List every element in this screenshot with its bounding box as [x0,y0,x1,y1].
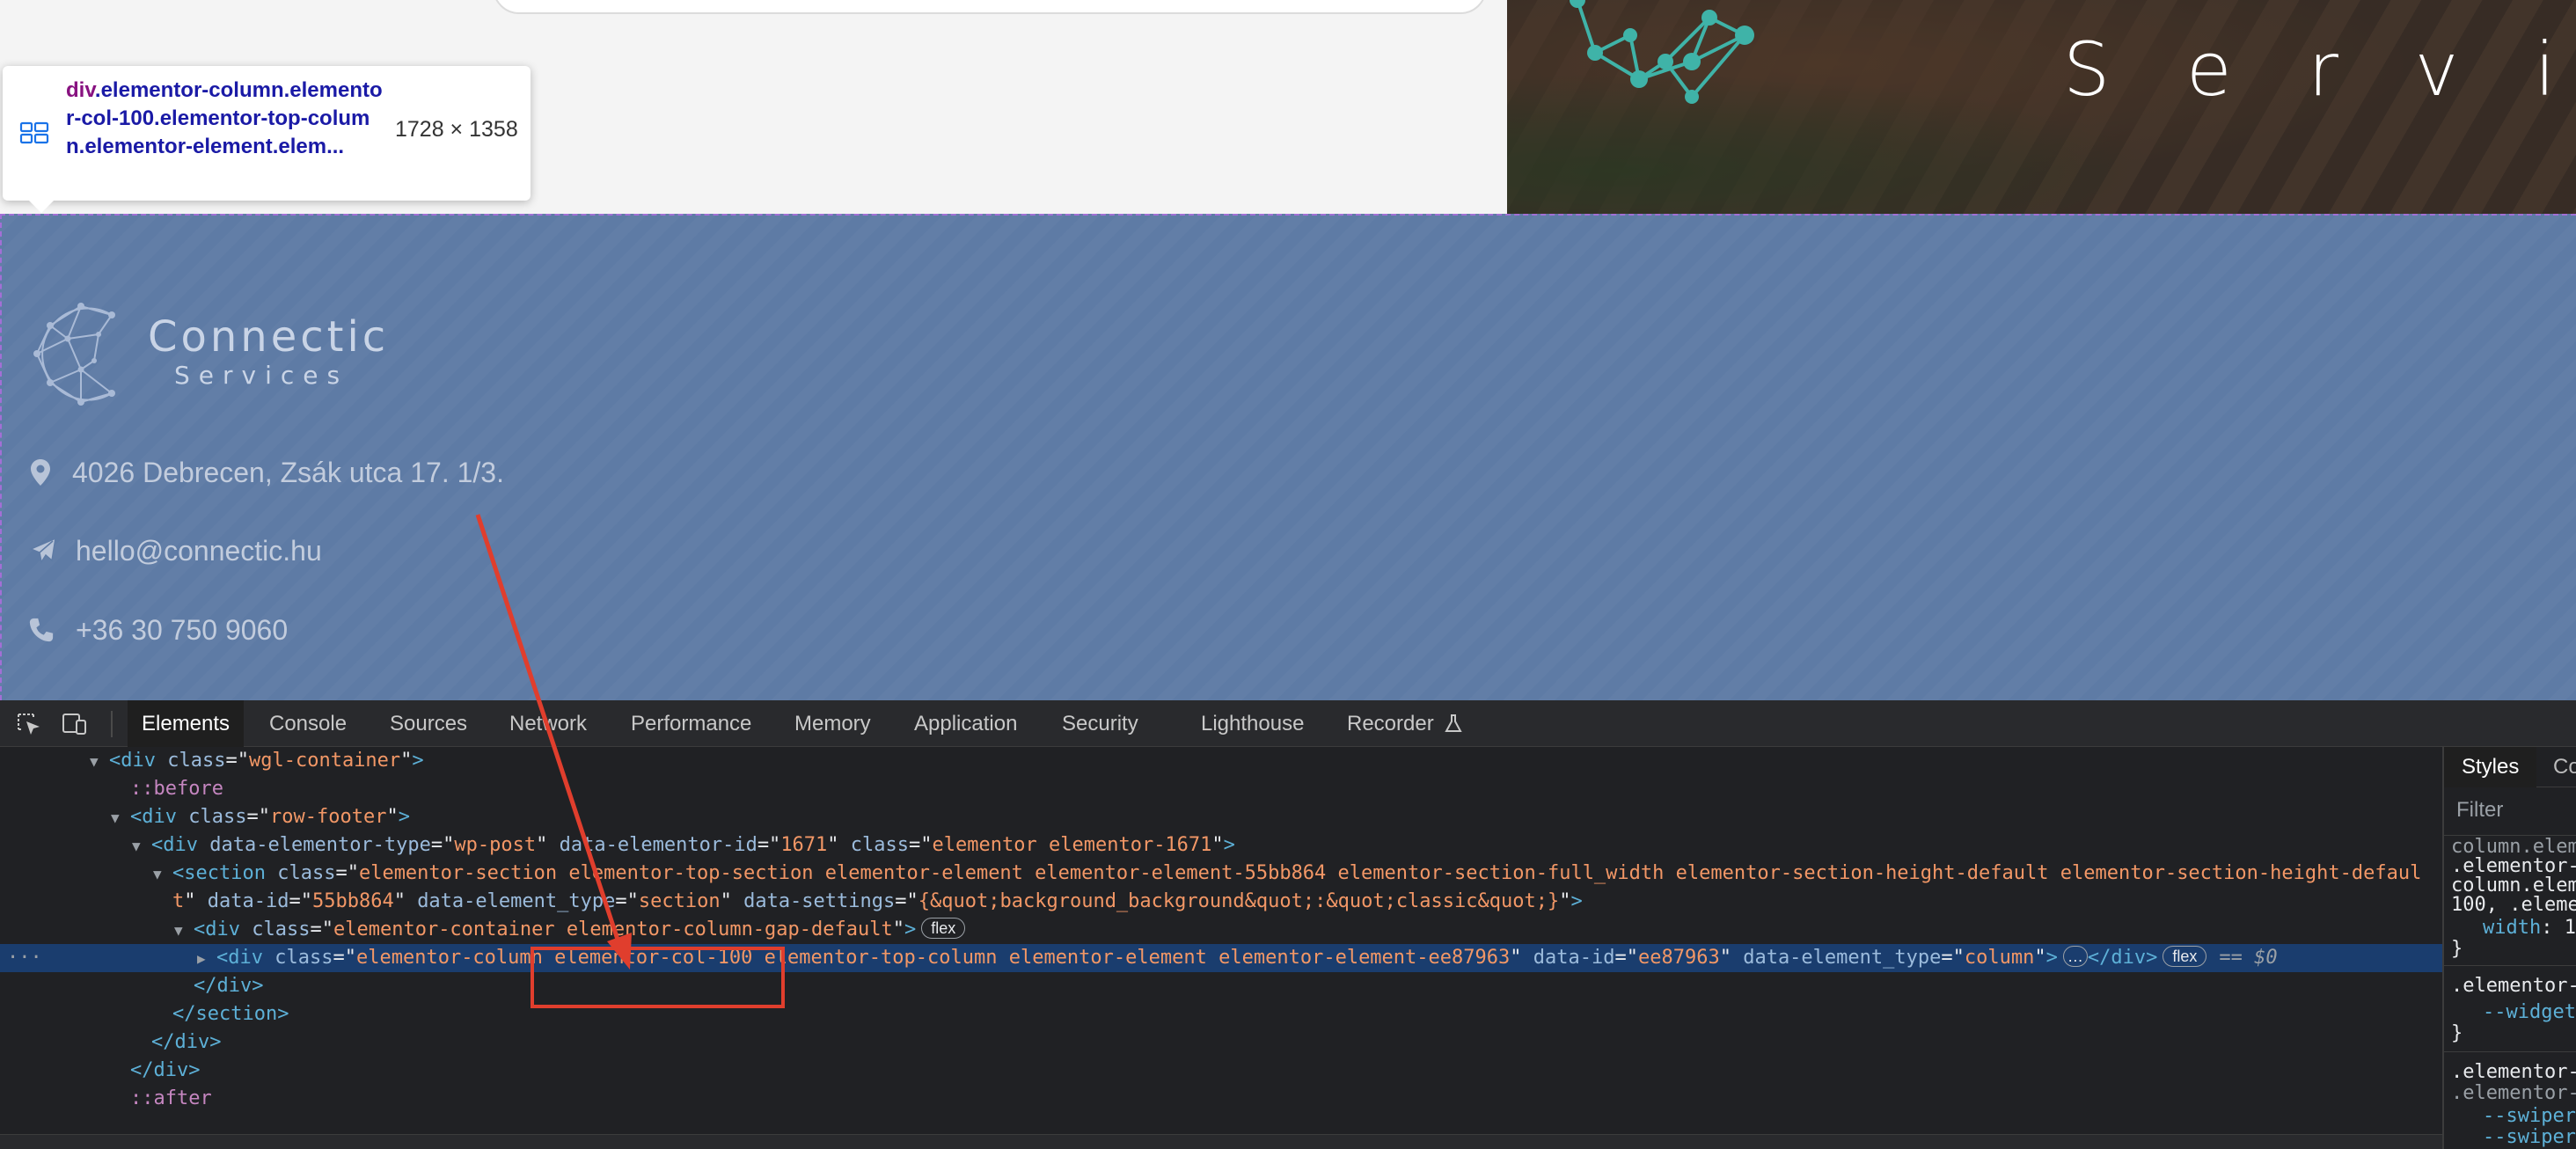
style-declaration[interactable]: --widget [2451,1000,2576,1025]
tab-lighthouse[interactable]: Lighthouse [1187,700,1318,747]
search-bar-edge[interactable] [493,0,1487,14]
tab-network[interactable]: Network [495,700,601,747]
tab-console[interactable]: Console [255,700,361,747]
map-pin-icon [31,459,50,486]
tab-styles[interactable]: Styles [2444,747,2537,787]
devtools-panel: Elements Console Sources Network Perform… [0,700,2576,1149]
dom-node[interactable]: ▼ <div class="row-footer"> [0,803,2442,831]
dom-node-close[interactable]: </div> [0,972,2442,1000]
style-declaration[interactable]: --swiper [2451,1125,2576,1149]
style-rule-end: } [2451,1022,2463,1044]
dom-node-close[interactable]: </div> [0,1028,2442,1057]
inspect-element-icon[interactable] [16,712,42,736]
footer-section-highlight: Connectic Services 4026 Debrecen, Zsák u… [0,214,2576,700]
dom-node-close[interactable]: </div> [0,1057,2442,1085]
logo-subtitle: Services [174,361,349,390]
email-row[interactable]: hello@connectic.hu [28,531,322,570]
styles-divider [2444,1051,2576,1052]
annotation-highlight-box [531,947,785,1008]
phone-row[interactable]: +36 30 750 9060 [28,611,288,649]
tab-recorder[interactable]: Recorder [1333,700,1476,747]
more-options-icon[interactable]: ··· [7,944,42,972]
tab-security[interactable]: Security [1048,700,1153,747]
style-selector[interactable]: .elementor- [2451,1081,2576,1106]
logo-title: Connectic [148,312,390,362]
tab-recorder-label: Recorder [1347,712,1434,736]
dom-node-close[interactable]: </section> [0,1000,2442,1028]
tooltip-classes: .elementor-column.elementor-col-100.elem… [66,78,383,158]
styles-divider [2444,965,2576,966]
style-selector[interactable]: .elementor- [2451,974,2576,999]
breadcrumb-bar[interactable] [0,1134,2442,1149]
style-rule-end: } [2451,938,2463,960]
tooltip-tag: div [66,78,95,102]
tab-memory[interactable]: Memory [780,700,885,747]
expand-triangle-icon[interactable]: ▼ [90,748,109,776]
tab-performance[interactable]: Performance [617,700,765,747]
toolbar-divider [111,711,113,737]
hero-heading: S e r v i c e s [2063,26,2576,113]
style-declaration[interactable]: width: 1 [2451,916,2576,940]
flex-badge[interactable]: flex [2163,946,2207,967]
phone-link[interactable]: +36 30 750 9060 [76,614,288,647]
flask-icon [1445,714,1463,732]
expand-triangle-icon[interactable]: ▼ [153,860,172,889]
styles-pane: Styles Co Filter column.elem .elementor-… [2442,747,2576,1149]
styles-filter-input[interactable]: Filter [2456,798,2503,823]
collapse-triangle-icon[interactable]: ▶ [197,945,216,973]
address-row: 4026 Debrecen, Zsák utca 17. 1/3. [28,453,504,492]
flex-badge[interactable]: flex [921,918,966,939]
flex-layout-icon [19,121,49,144]
tooltip-dimensions: 1728 × 1358 [395,117,518,142]
style-selector[interactable]: 100, .eleme [2451,893,2576,918]
dom-node[interactable]: ▼ <div data-elementor-type="wp-post" data… [0,831,2442,860]
tab-application[interactable]: Application [900,700,1031,747]
expand-triangle-icon[interactable]: ▼ [111,804,130,832]
address-text: 4026 Debrecen, Zsák utca 17. 1/3. [72,456,504,488]
device-toolbar-icon[interactable] [62,712,88,736]
email-link[interactable]: hello@connectic.hu [76,535,322,567]
styles-tab-bar: Styles Co [2444,747,2576,787]
tab-elements[interactable]: Elements [128,700,245,747]
paper-plane-icon [29,537,56,565]
expand-triangle-icon[interactable]: ▼ [132,832,151,860]
dom-node[interactable]: ▼ <div class="elementor-container element… [0,916,2442,944]
dom-node[interactable]: ::after [0,1085,2442,1113]
dom-node-selected[interactable]: ··· ▶ <div class="elementor-column elemen… [0,944,2442,972]
network-graphic-icon [1570,0,1754,104]
inspect-tooltip: div.elementor-column.elementor-col-100.e… [3,66,531,213]
dom-node-continued[interactable]: t" data-id="55bb864" data-element_type="… [0,888,2442,916]
tab-computed[interactable]: Co [2553,747,2576,787]
dom-tree: ▼ <div class="wgl-container"> ::before ▼ <… [0,747,2442,1134]
hero-image: S e r v i c e s [1507,0,2576,214]
dom-node[interactable]: ::before [0,775,2442,803]
connectic-logo-icon [33,303,115,406]
dom-node[interactable]: ▼ <section class="elementor-section eleme… [0,860,2442,888]
expand-triangle-icon[interactable]: ▼ [174,917,194,945]
dom-node[interactable]: ▼ <div class="wgl-container"> [0,747,2442,775]
tooltip-selector: div.elementor-column.elementor-col-100.e… [66,77,383,161]
collapsed-content-ellipsis[interactable]: … [2062,946,2088,967]
devtools-tab-bar: Elements Console Sources Network Perform… [0,700,2576,747]
phone-icon [29,618,54,642]
selected-node-ref: == $0 [2219,947,2278,969]
tab-sources[interactable]: Sources [376,700,481,747]
